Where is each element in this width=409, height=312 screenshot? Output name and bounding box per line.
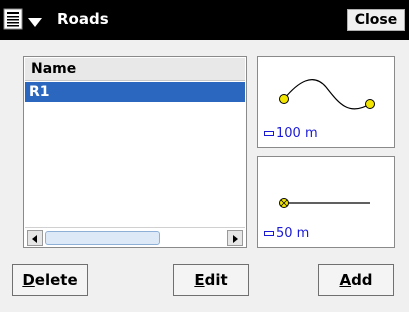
- scroll-thumb[interactable]: [45, 231, 160, 245]
- list-item[interactable]: R1: [25, 82, 245, 102]
- list-column-header[interactable]: Name: [25, 58, 245, 81]
- start-menu-icon: [3, 8, 23, 30]
- scroll-right-button[interactable]: [227, 230, 243, 246]
- horizontal-alignment-preview: 100 m: [257, 56, 395, 148]
- scale-label: 50 m: [276, 226, 310, 241]
- scale-label: 100 m: [276, 126, 318, 141]
- scale-indicator: 100 m: [264, 126, 318, 141]
- edit-button[interactable]: Edit: [173, 264, 249, 296]
- vertical-profile-preview: 50 m: [257, 156, 395, 248]
- scroll-left-icon: [32, 235, 37, 243]
- add-button[interactable]: Add: [318, 264, 394, 296]
- road-list[interactable]: Name R1: [23, 56, 247, 248]
- title-bar: Roads Close: [0, 0, 409, 40]
- horizontal-scrollbar[interactable]: [25, 227, 245, 247]
- close-button[interactable]: Close: [347, 9, 405, 31]
- dropdown-arrow-icon: [27, 13, 43, 27]
- start-menu-button[interactable]: [3, 6, 55, 32]
- scroll-left-button[interactable]: [27, 230, 43, 246]
- scale-bar-icon: [264, 231, 274, 236]
- scale-indicator: 50 m: [264, 226, 309, 241]
- window-title: Roads: [57, 10, 109, 28]
- scale-bar-icon: [264, 131, 274, 136]
- delete-button[interactable]: Delete: [12, 264, 88, 296]
- scroll-right-icon: [233, 235, 238, 243]
